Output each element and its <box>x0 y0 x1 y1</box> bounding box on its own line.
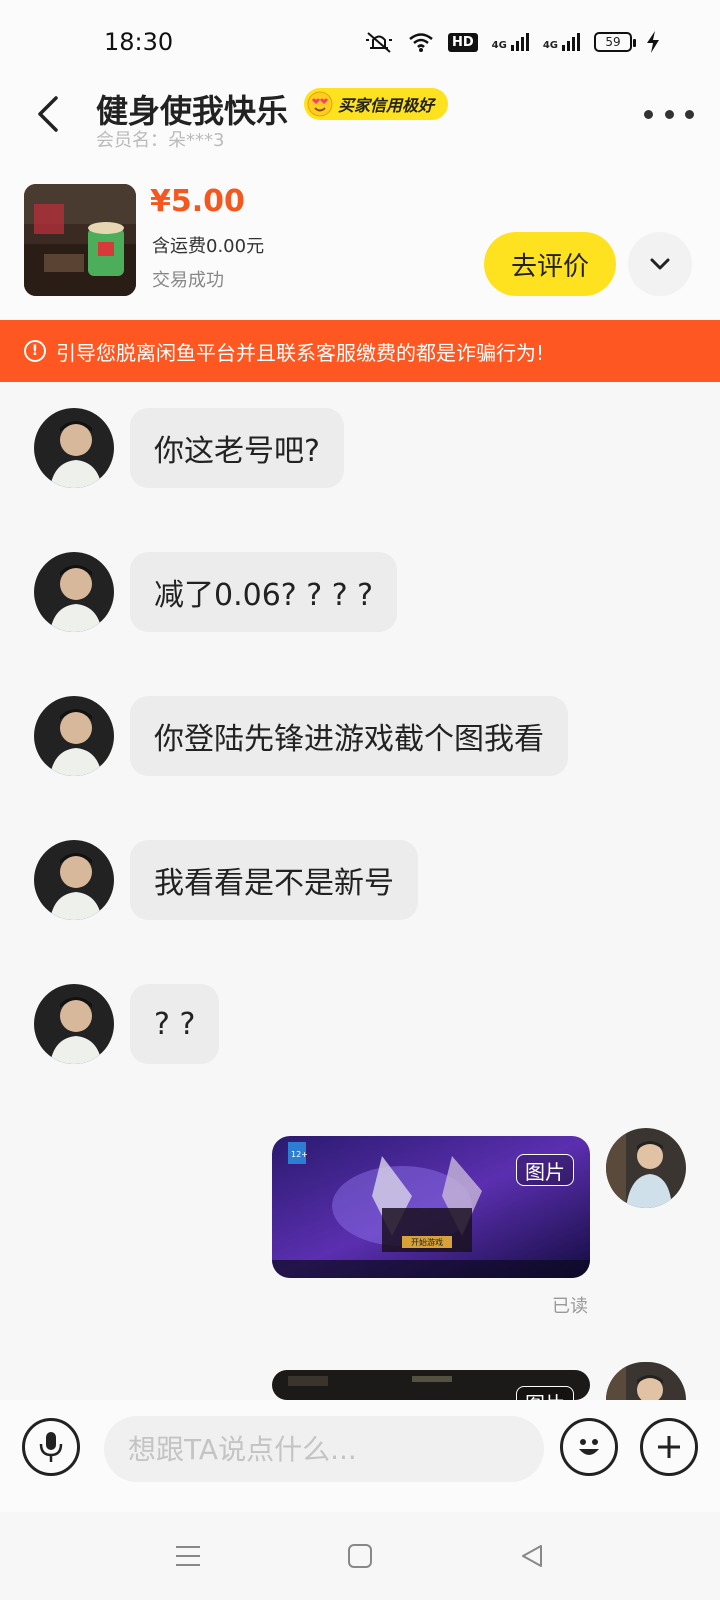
message-bubble[interactable]: 减了0.06? ? ? ? <box>130 552 398 632</box>
product-thumbnail[interactable] <box>24 184 136 296</box>
message-row: 减了0.06? ? ? ? <box>34 552 398 632</box>
battery-level: 59 <box>605 35 621 49</box>
status-time: 18:30 <box>104 28 174 56</box>
signal-icon: 4G <box>492 33 529 51</box>
message-bubble[interactable]: 你登陆先锋进游戏截个图我看 <box>130 696 568 776</box>
emoji-icon[interactable] <box>560 1418 618 1476</box>
wifi-icon <box>409 33 433 52</box>
charging-icon <box>647 31 659 53</box>
my-avatar[interactable] <box>606 1128 686 1208</box>
heart-eyes-icon <box>307 91 333 117</box>
status-icons: HD 4G 4G 59 <box>364 30 660 54</box>
age-badge-text: 12+ <box>291 1150 308 1159</box>
system-nav-bar <box>0 1512 720 1600</box>
warning-text: 引导您脱离闲鱼平台并且联系客服缴费的都是诈骗行为! <box>56 340 545 365</box>
member-name: 会员名：朵***3 <box>96 130 225 151</box>
shipping-info: 含运费0.00元 <box>152 236 265 257</box>
menu-icon[interactable] <box>164 1532 212 1580</box>
image-message[interactable]: 12+ 开始游戏 图片 <box>272 1136 590 1278</box>
home-icon[interactable] <box>336 1532 384 1580</box>
mute-icon <box>365 32 392 53</box>
input-bar <box>0 1400 720 1512</box>
warning-icon: ! <box>24 340 46 362</box>
product-card[interactable]: ¥5.00 含运费0.00元 交易成功 去评价 <box>0 170 720 320</box>
back-nav-icon[interactable] <box>508 1532 556 1580</box>
message-row: ? ? <box>34 984 220 1064</box>
message-row: 你这老号吧? <box>34 408 344 488</box>
sender-avatar[interactable] <box>34 840 114 920</box>
chat-header: 健身使我快乐 买家信用极好 会员名：朵***3 <box>0 80 720 170</box>
my-avatar[interactable] <box>606 1362 686 1400</box>
message-row: 你登陆先锋进游戏截个图我看 <box>34 696 568 776</box>
review-button[interactable]: 去评价 <box>484 232 616 296</box>
credit-badge[interactable]: 买家信用极好 <box>304 88 449 120</box>
message-row: 我看看是不是新号 <box>34 840 418 920</box>
sender-avatar[interactable] <box>34 552 114 632</box>
sender-avatar[interactable] <box>34 984 114 1064</box>
sender-avatar[interactable] <box>34 408 114 488</box>
more-options-icon[interactable] <box>644 96 694 132</box>
credit-badge-label: 买家信用极好 <box>338 96 435 115</box>
message-bubble[interactable]: ? ? <box>130 984 220 1064</box>
image-message[interactable]: 图片 <box>272 1370 590 1400</box>
signal-icon: 4G <box>543 33 580 51</box>
battery-icon: 59 <box>594 32 636 52</box>
message-bubble[interactable]: 我看看是不是新号 <box>130 840 418 920</box>
fraud-warning-banner: ! 引导您脱离闲鱼平台并且联系客服缴费的都是诈骗行为! <box>0 320 720 382</box>
image-tag: 图片 <box>516 1154 574 1186</box>
product-price: ¥5.00 <box>150 184 245 219</box>
start-game-text: 开始游戏 <box>411 1237 443 1247</box>
status-bar: 18:30 HD 4G 4G 59 <box>0 0 720 80</box>
chevron-down-icon[interactable] <box>628 232 692 296</box>
hd-icon: HD <box>447 32 478 52</box>
message-input[interactable] <box>104 1416 544 1482</box>
read-receipt: 已读 <box>552 1296 588 1317</box>
trade-status: 交易成功 <box>152 270 224 291</box>
message-bubble[interactable]: 你这老号吧? <box>130 408 344 488</box>
microphone-icon[interactable] <box>22 1418 80 1476</box>
image-tag: 图片 <box>516 1386 574 1400</box>
sender-avatar[interactable] <box>34 696 114 776</box>
back-icon[interactable] <box>26 92 70 136</box>
plus-icon[interactable] <box>640 1418 698 1476</box>
